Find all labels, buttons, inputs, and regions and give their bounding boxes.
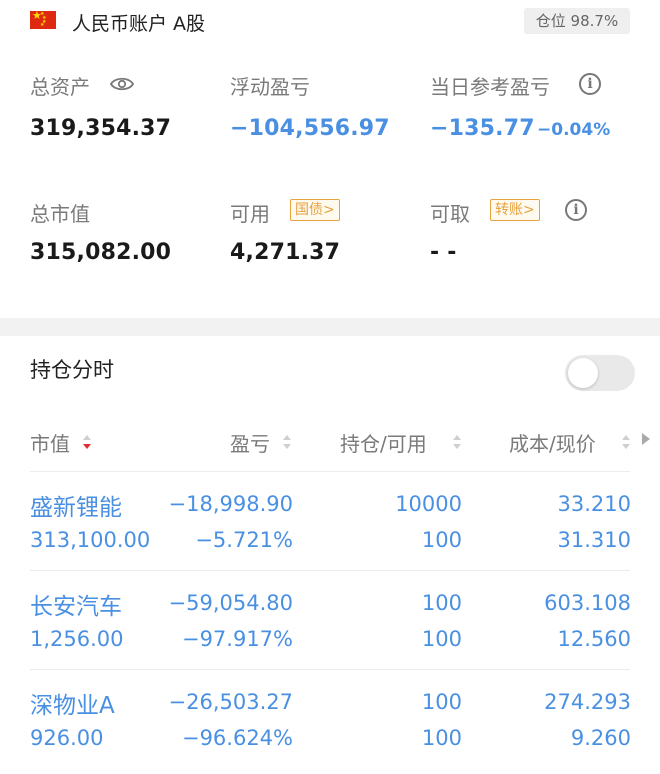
divider	[30, 570, 630, 571]
available-label: 可用	[230, 202, 270, 226]
stock-cost: 33.210	[557, 492, 631, 516]
stock-name: 深物业A	[30, 693, 115, 719]
stock-pl-percent: −5.721%	[195, 528, 293, 552]
stock-market-value: 1,256.00	[30, 627, 124, 651]
stock-position: 10000	[395, 492, 462, 516]
column-header-pl[interactable]: 盈亏	[230, 428, 270, 457]
toggle-knob	[568, 358, 598, 388]
daily-pl-percent: −0.04%	[537, 120, 611, 140]
stock-pl: −59,054.80	[168, 591, 293, 615]
position-ratio-badge: 仓位 98.7%	[524, 8, 630, 34]
stock-price: 31.310	[557, 528, 631, 552]
account-label[interactable]: 人民币账户 A股	[72, 9, 205, 36]
stock-available: 100	[421, 528, 462, 552]
stock-available: 100	[421, 627, 462, 651]
sort-icon[interactable]	[282, 434, 292, 450]
stock-available: 100	[421, 726, 462, 750]
stock-pl-percent: −97.917%	[181, 627, 293, 651]
stock-name: 盛新锂能	[30, 495, 122, 521]
market-value-label: 总市值	[30, 202, 90, 226]
sort-icon[interactable]	[452, 434, 462, 450]
stock-cost: 603.108	[544, 591, 631, 615]
holdings-timeshare-toggle[interactable]	[565, 355, 635, 391]
divider	[30, 471, 630, 472]
holdings-timeshare-title: 持仓分时	[30, 358, 114, 382]
stock-price: 12.560	[557, 627, 631, 651]
treasury-bond-tag[interactable]: 国债>	[290, 199, 340, 221]
account-header: ★ ★ ★ ★ ★ 人民币账户 A股 仓位 98.7%	[0, 0, 660, 44]
stock-cost: 274.293	[544, 690, 631, 714]
stock-market-value: 313,100.00	[30, 528, 151, 552]
eye-icon[interactable]	[110, 76, 134, 92]
stock-market-value: 926.00	[30, 726, 104, 750]
total-assets-value: 319,354.37	[30, 116, 172, 141]
transfer-tag[interactable]: 转账>	[490, 199, 540, 221]
stock-position: 100	[421, 690, 462, 714]
daily-pl-label: 当日参考盈亏	[430, 75, 550, 99]
withdrawable-label: 可取	[430, 202, 470, 226]
stock-position: 100	[421, 591, 462, 615]
holdings-card: 持仓分时 市值 盈亏 持仓/可用 成本/现价 盛新锂能 313,100.00 −…	[0, 336, 660, 774]
info-icon[interactable]: i	[579, 73, 601, 95]
column-header-position[interactable]: 持仓/可用	[340, 428, 427, 457]
column-header-market-value[interactable]: 市值	[30, 428, 70, 457]
total-assets-label: 总资产	[30, 75, 90, 99]
column-header-cost-price[interactable]: 成本/现价	[509, 428, 596, 457]
sort-icon[interactable]	[621, 434, 631, 450]
sort-desc-icon[interactable]	[82, 434, 92, 450]
info-icon[interactable]: i	[565, 199, 587, 221]
stock-pl-percent: −96.624%	[181, 726, 293, 750]
account-summary-card: ★ ★ ★ ★ ★ 人民币账户 A股 仓位 98.7% 总资产 319,354.…	[0, 0, 660, 318]
stock-pl: −26,503.27	[168, 690, 293, 714]
floating-pl-label: 浮动盈亏	[230, 75, 310, 99]
stock-price: 9.260	[570, 726, 631, 750]
market-value-value: 315,082.00	[30, 240, 172, 265]
scroll-right-icon[interactable]	[642, 433, 650, 445]
stock-name: 长安汽车	[30, 594, 122, 620]
daily-pl-value: −135.77	[430, 116, 535, 141]
withdrawable-value: - -	[430, 240, 457, 265]
china-flag-icon: ★ ★ ★ ★ ★	[30, 9, 56, 29]
divider	[30, 669, 630, 670]
available-value: 4,271.37	[230, 240, 341, 265]
floating-pl-value: −104,556.97	[230, 116, 390, 141]
stock-pl: −18,998.90	[168, 492, 293, 516]
